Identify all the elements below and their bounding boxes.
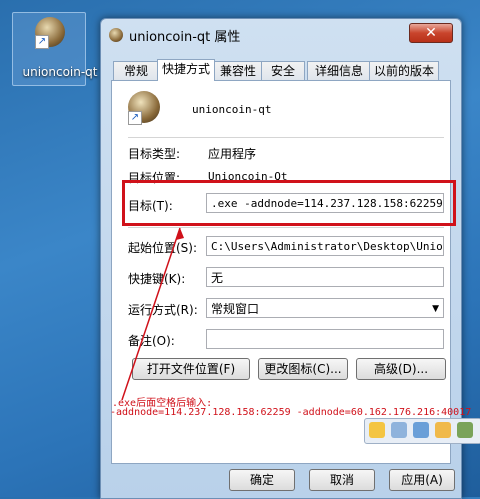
close-button[interactable]: ✕ [409, 23, 453, 43]
ime-hand-icon[interactable] [435, 422, 451, 438]
target-highlight-box [122, 180, 456, 226]
ime-emoji-icon[interactable] [369, 422, 385, 438]
unioncoin-icon: ↗ [128, 91, 160, 125]
hotkey-input[interactable]: 无 [206, 267, 444, 287]
tab-details[interactable]: 详细信息 [307, 61, 371, 80]
comment-label: 备注(O): [128, 334, 175, 348]
divider [128, 227, 444, 228]
window-title: unioncoin-qt 属性 [129, 30, 241, 45]
desktop-icon-label: unioncoin-qt [22, 65, 98, 79]
tab-general[interactable]: 常规 [113, 61, 159, 80]
open-file-location-button[interactable]: 打开文件位置(F) [132, 358, 250, 380]
change-icon-button[interactable]: 更改图标(C)... [258, 358, 348, 380]
ok-button[interactable]: 确定 [229, 469, 295, 491]
run-select-value: 常规窗口 [211, 302, 260, 316]
cancel-button[interactable]: 取消 [309, 469, 375, 491]
annotation-note-line2: -addnode=114.237.128.158:62259 -addnode=… [110, 407, 472, 418]
ime-toolbar[interactable] [364, 418, 480, 444]
divider [128, 137, 444, 138]
dropdown-arrow-icon: ▼ [432, 304, 439, 314]
start-in-label: 起始位置(S): [128, 241, 198, 255]
ime-screen-icon[interactable] [413, 422, 429, 438]
run-label: 运行方式(R): [128, 303, 198, 317]
start-in-input[interactable]: C:\Users\Administrator\Desktop\Unioncoi [206, 236, 444, 256]
hotkey-label: 快捷键(K): [128, 272, 186, 286]
run-select[interactable]: 常规窗口 ▼ [206, 298, 444, 318]
shortcut-arrow-icon: ↗ [35, 35, 49, 49]
ime-save-icon[interactable] [391, 422, 407, 438]
app-name: unioncoin-qt [192, 103, 272, 116]
ime-image-icon[interactable] [457, 422, 473, 438]
title-bar[interactable]: unioncoin-qt 属性 ✕ [101, 19, 461, 49]
window-app-icon [109, 28, 123, 42]
target-type-value: 应用程序 [208, 147, 257, 161]
apply-button[interactable]: 应用(A) [389, 469, 455, 491]
advanced-button[interactable]: 高级(D)... [356, 358, 446, 380]
tab-compatibility[interactable]: 兼容性 [213, 61, 263, 80]
comment-input[interactable] [206, 329, 444, 349]
target-type-label: 目标类型: [128, 147, 181, 161]
shortcut-arrow-icon: ↗ [128, 111, 142, 125]
desktop-shortcut-icon[interactable]: ↗ unioncoin-qt [12, 12, 98, 86]
tab-security[interactable]: 安全 [261, 61, 305, 80]
tab-previous-versions[interactable]: 以前的版本 [369, 61, 439, 80]
tab-shortcut[interactable]: 快捷方式 [157, 59, 215, 81]
